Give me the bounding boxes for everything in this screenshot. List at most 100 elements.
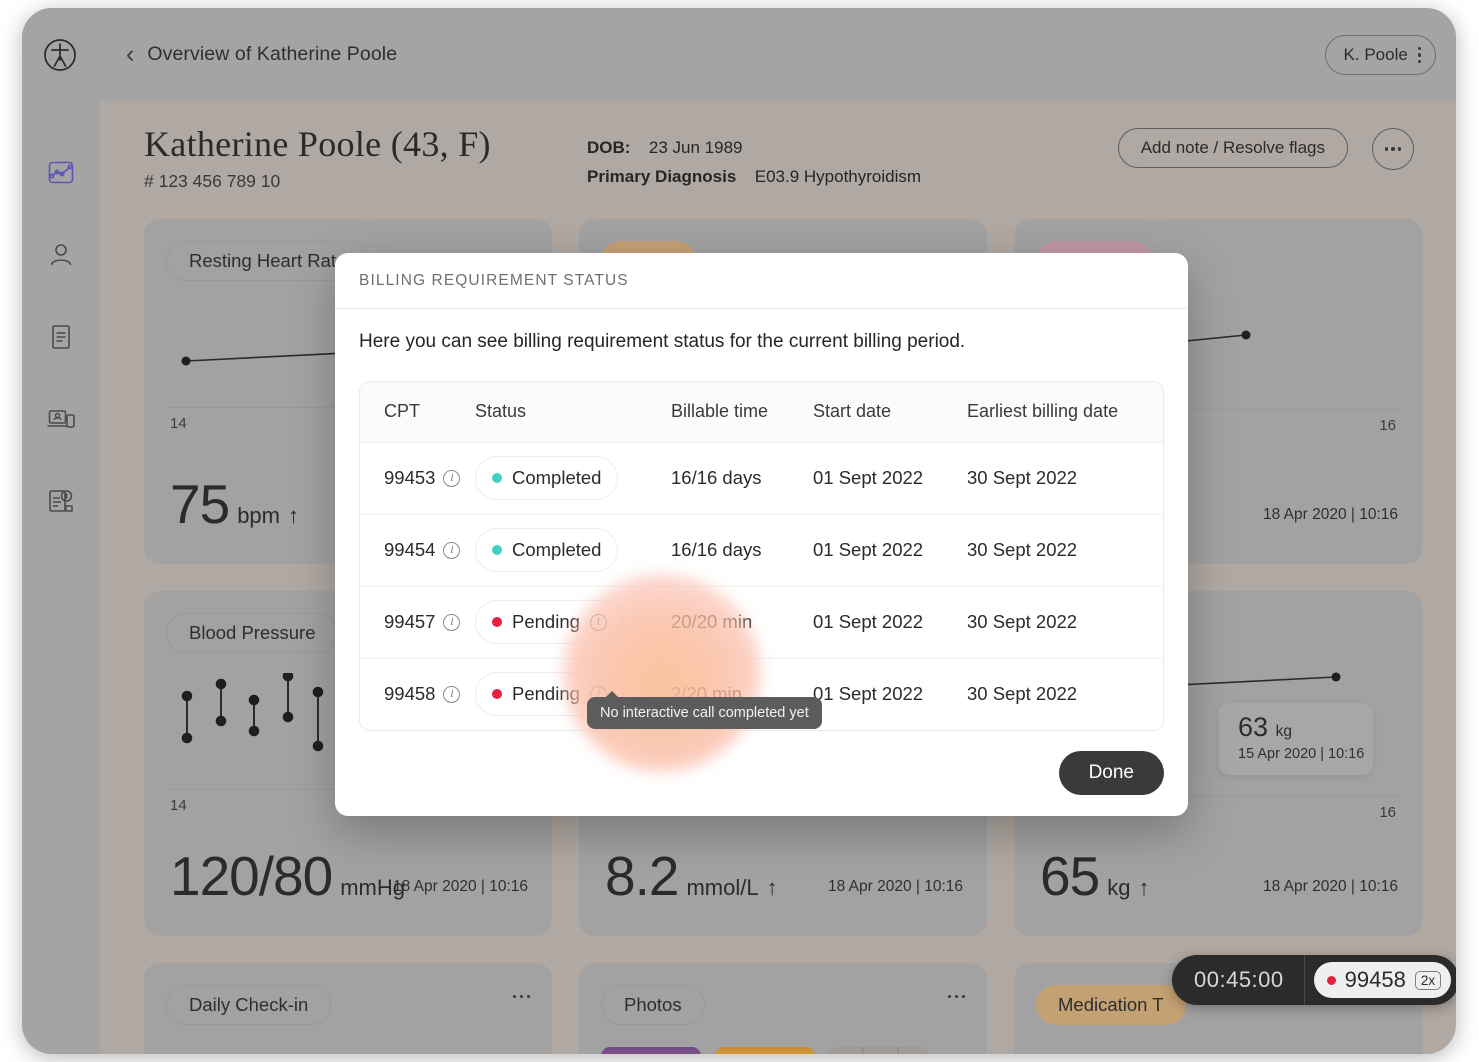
user-menu-button[interactable]: K. Poole — [1324, 35, 1436, 75]
metric-value: 120/80 mmHg — [170, 845, 406, 907]
timer-divider — [1303, 955, 1305, 1005]
modal-description: Here you can see billing requirement sta… — [359, 331, 966, 352]
start-date: 01 Sept 2022 — [813, 586, 967, 659]
metric-value: 65 kg ↑ — [1040, 845, 1150, 907]
timer-multiplier-badge[interactable]: 2x — [1414, 970, 1442, 990]
earliest-billing-date: 30 Sept 2022 — [967, 442, 1163, 515]
list-item: NO 16 Apr 2020 | 10:16 — [166, 1047, 530, 1054]
card-daily-check-in[interactable]: Daily Check-in NO 16 Apr 2020 | 10:16 YE… — [144, 963, 552, 1054]
sidebar-item-patient[interactable] — [44, 238, 78, 272]
billing-requirement-modal: BILLING REQUIREMENT STATUS Here you can … — [335, 253, 1188, 816]
info-icon[interactable]: i — [443, 685, 461, 703]
start-date: 01 Sept 2022 — [813, 683, 924, 705]
info-icon[interactable]: i — [443, 469, 461, 487]
column-header-start-date: Start date — [813, 382, 967, 443]
breadcrumb[interactable]: ‹ Overview of Katherine Poole — [126, 42, 397, 67]
cpt-cell: 99457 i — [384, 611, 475, 633]
start-date: 01 Sept 2022 — [813, 514, 967, 587]
person-icon — [50, 244, 72, 266]
status-label: Pending — [512, 611, 580, 633]
weight-tooltip-value: 63 kg — [1238, 712, 1292, 742]
axis-label-left: 14 — [170, 415, 187, 432]
status-dot-icon — [492, 545, 502, 556]
cpt-code: 99454 — [384, 539, 436, 561]
earliest-billing-date: 30 Sept 2022 — [967, 683, 1078, 705]
sidebar-rail — [22, 101, 100, 1054]
column-header-earliest-billing-date: Earliest billing date — [967, 382, 1163, 443]
accessibility-logo-icon[interactable] — [40, 35, 80, 75]
status-label: Pending — [512, 683, 580, 705]
status-dot-icon — [492, 473, 502, 484]
cpt-code: 99458 — [384, 683, 436, 705]
diagnosis-label: Primary Diagnosis — [587, 167, 737, 187]
table-body: 99453 i Completed 16/16 days 01 Sept 202… — [360, 442, 1163, 730]
modal-footer: Done — [1058, 751, 1164, 795]
start-date: 01 Sept 2022 — [813, 442, 967, 515]
column-header-cpt: CPT — [360, 382, 475, 443]
metric-timestamp: 18 Apr 2020 | 10:16 — [1262, 506, 1398, 523]
photo-thumbnail[interactable] — [715, 1047, 815, 1054]
top-bar: ‹ Overview of Katherine Poole K. Poole — [22, 8, 1456, 101]
done-button[interactable]: Done — [1058, 751, 1164, 795]
weight-tooltip-timestamp: 15 Apr 2020 | 10:16 — [1238, 746, 1365, 762]
billable-time: 20/20 min — [671, 586, 813, 659]
session-timer-pill[interactable]: 00:45:00 99458 2x — [1172, 955, 1456, 1005]
patient-more-button[interactable] — [1372, 128, 1414, 170]
info-icon[interactable]: i — [443, 541, 461, 559]
status-badge[interactable]: Pending i — [475, 600, 624, 645]
info-icon[interactable]: i — [443, 613, 461, 631]
photo-thumbnail-overflow[interactable]: +23 — [829, 1047, 929, 1054]
axis-label-left: 14 — [170, 797, 187, 814]
recording-dot-icon — [1326, 975, 1336, 985]
card-title-chip: Blood Pressure — [166, 613, 339, 653]
status-tooltip: No interactive call completed yet — [587, 691, 822, 729]
card-photos[interactable]: Photos +23 — [579, 963, 987, 1054]
billing-document-icon — [49, 490, 73, 512]
photo-thumbnail[interactable] — [601, 1047, 701, 1054]
column-header-billable-time: Billable time — [671, 382, 813, 443]
card-title-chip: Medication T — [1036, 985, 1186, 1025]
axis-label-right: 16 — [1379, 417, 1396, 434]
status-badge[interactable]: Completed — [475, 456, 619, 501]
add-note-button[interactable]: Add note / Resolve flags — [1117, 128, 1348, 168]
status-dot-icon — [492, 617, 502, 628]
billable-time: 16/16 days — [671, 442, 813, 515]
billing-table-wrapper: CPT Status Billable time Start date Earl… — [359, 381, 1164, 732]
kebab-horizontal-icon — [1384, 147, 1402, 151]
timer-cpt-code: 99458 — [1344, 967, 1406, 992]
status-badge[interactable]: Completed — [475, 528, 619, 573]
table-header: CPT Status Billable time Start date Earl… — [360, 382, 1163, 443]
metric-value: 8.2 mmol/L ↑ — [605, 845, 778, 907]
timer-cpt-badge[interactable]: 99458 2x — [1313, 962, 1452, 998]
patient-header: Katherine Poole (43, F) # 123 456 789 10… — [100, 101, 1456, 207]
card-title-chip: Photos — [601, 985, 705, 1025]
modal-body: Here you can see billing requirement sta… — [335, 309, 1188, 772]
dob-label: DOB: — [587, 138, 631, 157]
cpt-cell: 99458 i — [384, 683, 475, 705]
modal-header: BILLING REQUIREMENT STATUS — [335, 253, 1188, 309]
table-row: 99457 i Pending i 20/20 min 01 Sept 2022… — [360, 586, 1163, 659]
modal-title: BILLING REQUIREMENT STATUS — [359, 271, 629, 289]
metric-value: 75 bpm ↑ — [170, 473, 299, 535]
sidebar-item-devices[interactable] — [44, 402, 78, 436]
app-window: ‹ Overview of Katherine Poole K. Poole K… — [22, 8, 1456, 1054]
kebab-horizontal-icon[interactable] — [948, 995, 965, 999]
kebab-horizontal-icon[interactable] — [513, 995, 530, 999]
cpt-code: 99457 — [384, 611, 436, 633]
sidebar-item-billing[interactable] — [44, 484, 78, 518]
cpt-cell: 99454 i — [384, 539, 475, 561]
breadcrumb-label: Overview of Katherine Poole — [147, 43, 398, 65]
devices-icon — [47, 410, 75, 428]
kebab-vertical-icon[interactable] — [1417, 47, 1421, 63]
earliest-billing-date: 30 Sept 2022 — [967, 514, 1163, 587]
cpt-code: 99453 — [384, 467, 436, 489]
sidebar-item-overview[interactable] — [44, 156, 78, 190]
cpt-cell: 99453 i — [384, 467, 475, 489]
sidebar-item-notes[interactable] — [44, 320, 78, 354]
timer-elapsed: 00:45:00 — [1194, 967, 1284, 992]
status-info-icon[interactable]: i — [589, 613, 607, 631]
user-chip-label: K. Poole — [1343, 45, 1408, 64]
billing-table: CPT Status Billable time Start date Earl… — [360, 382, 1163, 730]
dob-value: 23 Jun 1989 — [648, 138, 743, 157]
chevron-left-icon[interactable]: ‹ — [126, 42, 134, 67]
